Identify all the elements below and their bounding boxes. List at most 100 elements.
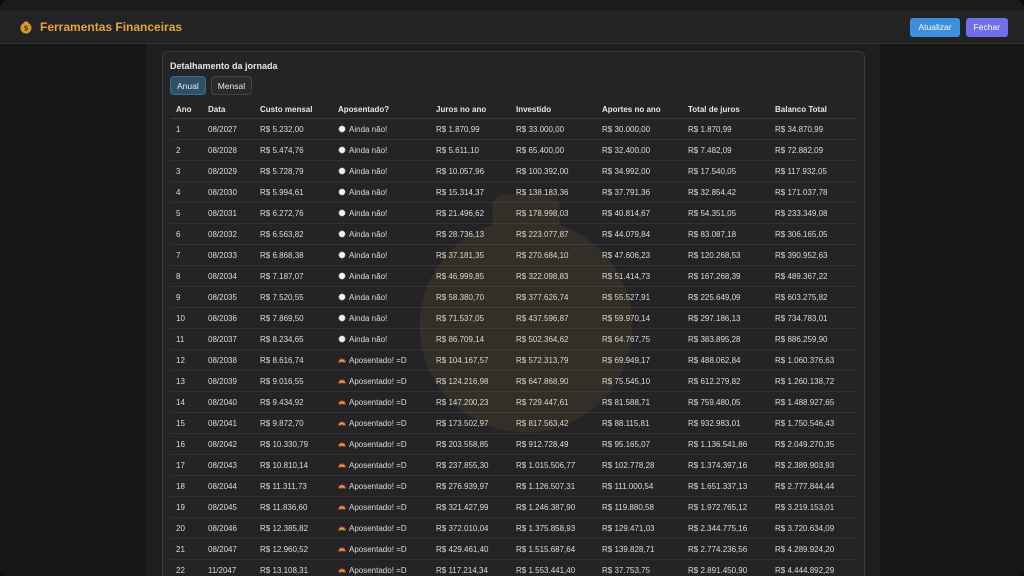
cell-retired: Ainda não! [332,244,430,266]
cell-monthly-cost: R$ 8.234,65 [254,328,332,350]
cell-year: 8 [170,265,202,287]
cell-total-balance: R$ 4.289.924,20 [769,538,856,560]
retired-status-text: Ainda não! [349,166,388,176]
cell-retired: Ainda não! [332,265,430,287]
rainbow-icon [338,484,346,489]
cell-monthly-cost: R$ 5.728,79 [254,160,332,182]
col-interest-year: Juros no ano [430,100,510,119]
cell-monthly-cost: R$ 6.563,82 [254,223,332,245]
cell-interest-year: R$ 237.855,30 [430,454,510,476]
col-total-balance: Balanco Total [769,100,856,119]
cell-total-balance: R$ 390.952,63 [769,244,856,266]
cell-invested: R$ 437.596,87 [510,307,596,329]
cell-interest-year: R$ 124.216,98 [430,370,510,392]
rainbow-icon [338,442,346,447]
cell-total-interest: R$ 2.891.450,90 [682,559,769,576]
table-row: 9 08/2035 R$ 7.520,55 Ainda não! R$ 58.380,7… [170,286,856,308]
cell-date: 08/2040 [202,391,254,413]
cell-year: 20 [170,517,202,539]
cell-contributions-year: R$ 95.165,07 [596,433,682,455]
rainbow-icon [338,526,346,531]
cell-retired: Aposentado! =D [332,349,430,371]
cell-total-interest: R$ 1.374.397,16 [682,454,769,476]
close-button[interactable]: Fechar [965,17,1008,37]
retired-status-text: Ainda não! [349,145,388,155]
cell-date: 08/2036 [202,307,254,329]
cell-monthly-cost: R$ 7.869,50 [254,307,332,329]
retired-status-text: Aposentado! =D [349,502,407,512]
table-row: 16 08/2042 R$ 10.330,79 Aposentado! =D R$ 20… [170,433,856,455]
retired-status-text: Ainda não! [349,313,388,323]
cell-contributions-year: R$ 119.880,58 [596,496,682,518]
cell-monthly-cost: R$ 5.474,76 [254,139,332,161]
cell-total-balance: R$ 3.219.153,01 [769,496,856,518]
retired-status-text: Ainda não! [349,208,388,218]
cell-date: 08/2028 [202,139,254,161]
cell-invested: R$ 377.626,74 [510,286,596,308]
cell-retired: Aposentado! =D [332,370,430,392]
cell-invested: R$ 322.098,83 [510,265,596,287]
cell-total-interest: R$ 759.480,05 [682,391,769,413]
cell-interest-year: R$ 37.181,35 [430,244,510,266]
cell-retired: Ainda não! [332,139,430,161]
cell-total-interest: R$ 297.186,13 [682,307,769,329]
white-circle-icon [338,167,346,174]
cell-total-interest: R$ 54.351,05 [682,202,769,224]
rainbow-icon [338,547,346,552]
cell-total-balance: R$ 306.165,05 [769,223,856,245]
cell-monthly-cost: R$ 12.960,52 [254,538,332,560]
cell-date: 08/2037 [202,328,254,350]
cell-year: 5 [170,202,202,224]
cell-date: 08/2039 [202,370,254,392]
cell-year: 12 [170,349,202,371]
cell-retired: Ainda não! [332,160,430,182]
card-title: Detalhamento da jornada [170,61,278,71]
retired-status-text: Aposentado! =D [349,460,407,470]
retired-status-text: Aposentado! =D [349,397,407,407]
white-circle-icon [338,293,346,300]
cell-interest-year: R$ 5.611,10 [430,139,510,161]
rainbow-icon [338,379,346,384]
cell-retired: Ainda não! [332,118,430,140]
white-circle-icon [338,272,346,279]
cell-contributions-year: R$ 75.545,10 [596,370,682,392]
cell-year: 14 [170,391,202,413]
cell-total-interest: R$ 120.268,53 [682,244,769,266]
cell-year: 13 [170,370,202,392]
tab-annual[interactable]: Anual [170,76,206,95]
cell-date: 08/2044 [202,475,254,497]
cell-contributions-year: R$ 40.814,67 [596,202,682,224]
cell-invested: R$ 1.246.387,90 [510,496,596,518]
cell-interest-year: R$ 1.870,99 [430,118,510,140]
cell-invested: R$ 1.553.441,40 [510,559,596,576]
cell-date: 08/2041 [202,412,254,434]
cell-year: 1 [170,118,202,140]
refresh-button[interactable]: Atualizar [910,17,960,37]
white-circle-icon [338,230,346,237]
cell-date: 08/2038 [202,349,254,371]
cell-interest-year: R$ 203.558,85 [430,433,510,455]
cell-interest-year: R$ 104.167,57 [430,349,510,371]
cell-contributions-year: R$ 69.949,17 [596,349,682,371]
cell-year: 21 [170,538,202,560]
cell-monthly-cost: R$ 5.994,61 [254,181,332,203]
tab-monthly[interactable]: Mensal [210,76,253,95]
table-row: 17 08/2043 R$ 10.810,14 Aposentado! =D R$ 23… [170,454,856,476]
table-row: 1 08/2027 R$ 5.232,00 Ainda não! R$ 1.870,99… [170,118,856,140]
cell-total-interest: R$ 1.870,99 [682,118,769,140]
cell-date: 08/2034 [202,265,254,287]
cell-year: 22 [170,559,202,576]
journey-detail-card: Detalhamento da jornada Anual Mensal Ano… [162,51,865,576]
cell-monthly-cost: R$ 7.187,07 [254,265,332,287]
white-circle-icon [338,188,346,195]
table-row: 8 08/2034 R$ 7.187,07 Ainda não! R$ 46.999,8… [170,265,856,287]
cell-interest-year: R$ 58.380,70 [430,286,510,308]
cell-monthly-cost: R$ 11.311,73 [254,475,332,497]
cell-year: 7 [170,244,202,266]
cell-date: 08/2031 [202,202,254,224]
app-title: Ferramentas Financeiras [40,20,183,34]
cell-date: 08/2043 [202,454,254,476]
retired-status-text: Aposentado! =D [349,376,407,386]
cell-contributions-year: R$ 51.414,73 [596,265,682,287]
cell-interest-year: R$ 372.010,04 [430,517,510,539]
